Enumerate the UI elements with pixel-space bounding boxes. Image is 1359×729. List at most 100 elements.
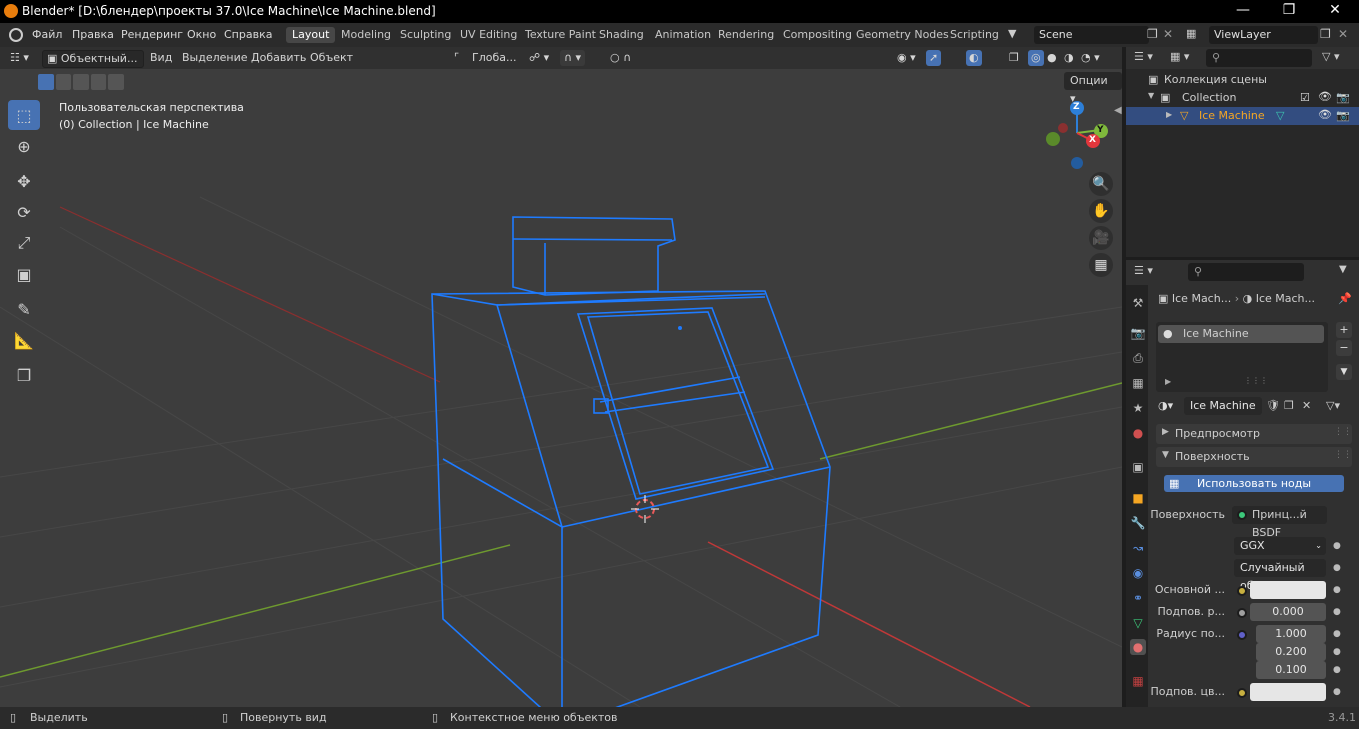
xray-icon[interactable]: ❐ — [1009, 50, 1019, 66]
editor-type-icon[interactable]: ☷ ▾ — [10, 50, 29, 66]
keyframe-dot-icon[interactable]: ● — [1333, 665, 1341, 675]
expand-arrow-icon[interactable]: ▶ — [1165, 377, 1171, 386]
rendered-shading-icon[interactable]: ◔ ▾ — [1081, 50, 1100, 66]
menu-select[interactable]: Выделение — [182, 50, 248, 66]
link-mode-icon[interactable]: ▽▾ — [1326, 397, 1354, 415]
rotate-tool-icon[interactable]: ⟳ — [8, 197, 40, 227]
scale-tool-icon[interactable]: ⤢ — [8, 228, 40, 258]
material-slot-list[interactable]: ● Ice Machine ▶ ⋮⋮⋮ — [1156, 322, 1328, 392]
float-socket-icon[interactable] — [1237, 608, 1247, 618]
output-tab-icon[interactable]: ⎙ — [1130, 350, 1146, 366]
display-mode-icon[interactable]: ▦ ▾ — [1170, 50, 1189, 63]
modifier-tab-icon[interactable]: 🔧 — [1130, 515, 1146, 531]
tab-sculpting[interactable]: Sculpting — [394, 27, 457, 43]
select-extend-icon[interactable] — [55, 74, 72, 90]
keyframe-dot-icon[interactable]: ● — [1333, 629, 1341, 639]
minimize-icon[interactable]: — — [1220, 2, 1266, 21]
subsurface-value-field[interactable]: 0.000 — [1250, 603, 1326, 621]
radius-z-field[interactable]: 0.100 — [1256, 661, 1326, 679]
tab-shading[interactable]: Shading — [593, 27, 650, 43]
menu-help[interactable]: Справка — [224, 28, 272, 41]
pivot-point-icon[interactable]: ☍ ▾ — [529, 50, 549, 66]
menu-view[interactable]: Вид — [150, 50, 172, 66]
keyframe-dot-icon[interactable]: ● — [1333, 541, 1341, 551]
use-nodes-button[interactable]: ▦ Использовать ноды — [1164, 475, 1344, 492]
move-tool-icon[interactable]: ✥ — [8, 166, 40, 196]
material-slot-row[interactable]: ● Ice Machine — [1158, 325, 1324, 343]
transform-orientation-icon[interactable]: ⌜ — [454, 50, 459, 66]
duplicate-material-icon[interactable]: ❐ — [1284, 397, 1300, 415]
overlays-toggle-icon[interactable]: ◐ — [966, 50, 982, 66]
particles-tab-icon[interactable]: ↝ — [1130, 540, 1146, 556]
tab-uv-editing[interactable]: UV Editing — [454, 27, 523, 43]
tab-scripting[interactable]: Scripting — [944, 27, 1005, 43]
gizmo-x-label[interactable]: X — [1089, 135, 1096, 145]
distribution-dropdown[interactable]: GGX ⌄ — [1234, 537, 1326, 555]
expand-arrow-icon[interactable]: ▼ — [1148, 91, 1154, 100]
close-icon[interactable]: ✕ — [1312, 2, 1358, 21]
texture-tab-icon[interactable]: ▦ — [1130, 673, 1146, 689]
tab-rendering[interactable]: Rendering — [712, 27, 780, 43]
camera-view-icon[interactable]: 🎥 — [1089, 226, 1113, 250]
remove-slot-icon[interactable]: − — [1336, 340, 1352, 356]
render-camera-icon[interactable]: 📷 — [1336, 91, 1350, 104]
tab-layout[interactable]: Layout — [286, 27, 336, 43]
menu-add[interactable]: Добавить — [251, 50, 306, 66]
select-box-tool-icon[interactable]: ⬚ — [8, 100, 40, 130]
add-slot-icon[interactable]: + — [1336, 322, 1352, 338]
unlink-material-icon[interactable]: ✕ — [1302, 397, 1318, 415]
menu-object[interactable]: Объект — [310, 50, 353, 66]
tab-texture-paint[interactable]: Texture Paint — [519, 27, 602, 43]
subsurface-method-dropdown[interactable]: Случайный об... — [1234, 559, 1326, 592]
properties-editor-type-icon[interactable]: ☰ ▾ — [1134, 264, 1153, 277]
outliner-search-input[interactable]: ⚲ — [1206, 49, 1312, 67]
mesh-data-icon[interactable]: ▽ — [1276, 109, 1284, 122]
eye-icon[interactable]: 👁 — [1318, 108, 1332, 121]
drag-handle-icon[interactable]: ⋮⋮ — [1334, 427, 1352, 437]
menu-render[interactable]: Рендеринг — [121, 28, 183, 41]
scene-selector-icon[interactable]: ▼ — [1008, 27, 1030, 43]
properties-search-input[interactable]: ⚲ — [1188, 263, 1304, 281]
material-tab-icon[interactable]: ● — [1130, 639, 1146, 655]
menu-edit[interactable]: Правка — [72, 28, 114, 41]
pan-hand-icon[interactable]: ✋ — [1089, 199, 1113, 223]
collection-tab-icon[interactable]: ▣ — [1130, 459, 1146, 475]
maximize-icon[interactable]: ❐ — [1266, 2, 1312, 21]
tab-compositing[interactable]: Compositing — [777, 27, 858, 43]
menu-window[interactable]: Окно — [187, 28, 216, 41]
add-cube-tool-icon[interactable]: ❐ — [8, 360, 40, 390]
sidebar-toggle-icon[interactable]: ◀ — [1114, 105, 1122, 116]
include-checkbox-icon[interactable]: ☑ — [1300, 91, 1310, 104]
outliner-row-scene-collection[interactable]: ▣ Коллекция сцены — [1126, 71, 1359, 89]
surface-panel-header[interactable]: ▼ Поверхность ⋮⋮ — [1156, 447, 1352, 467]
select-invert-icon[interactable] — [90, 74, 107, 90]
tab-modeling[interactable]: Modeling — [335, 27, 397, 43]
tool-tab-icon[interactable]: ⚒ — [1130, 295, 1146, 311]
material-name-field[interactable]: Ice Machine — [1184, 397, 1262, 415]
material-shading-icon[interactable]: ◑ — [1064, 50, 1074, 66]
eye-icon[interactable]: 👁 — [1318, 90, 1332, 103]
view-layer-icon[interactable]: ▦ — [1186, 27, 1196, 40]
scene-field[interactable]: Scene — [1034, 26, 1149, 44]
object-tab-icon[interactable]: ■ — [1130, 490, 1146, 506]
mode-selector[interactable]: ▣ Объектный... — [42, 50, 144, 68]
radius-y-field[interactable]: 0.200 — [1256, 643, 1326, 661]
view-layer-field[interactable]: ViewLayer — [1209, 26, 1318, 44]
subsurface-color-swatch[interactable] — [1250, 683, 1326, 701]
render-tab-icon[interactable]: 📷 — [1130, 325, 1146, 341]
transform-orientation[interactable]: Глоба... — [472, 50, 516, 66]
keyframe-dot-icon[interactable]: ● — [1333, 647, 1341, 657]
select-new-icon[interactable] — [38, 74, 54, 90]
menu-file[interactable]: Файл — [32, 28, 62, 41]
keyframe-dot-icon[interactable]: ● — [1333, 563, 1341, 573]
resize-grip-icon[interactable]: ⋮⋮⋮ — [1244, 376, 1268, 385]
options-dropdown[interactable]: Опции ▾ — [1064, 72, 1122, 105]
blender-menu-icon[interactable] — [9, 28, 23, 42]
physics-tab-icon[interactable]: ◉ — [1130, 565, 1146, 581]
new-view-layer-icon[interactable]: ❐ — [1320, 27, 1331, 41]
base-color-swatch[interactable] — [1250, 581, 1326, 599]
filter-icon[interactable]: ▽ ▾ — [1322, 50, 1339, 63]
constraints-tab-icon[interactable]: ⚭ — [1130, 590, 1146, 606]
slot-specials-icon[interactable]: ▼ — [1336, 364, 1352, 380]
drag-handle-icon[interactable]: ⋮⋮ — [1334, 450, 1352, 460]
